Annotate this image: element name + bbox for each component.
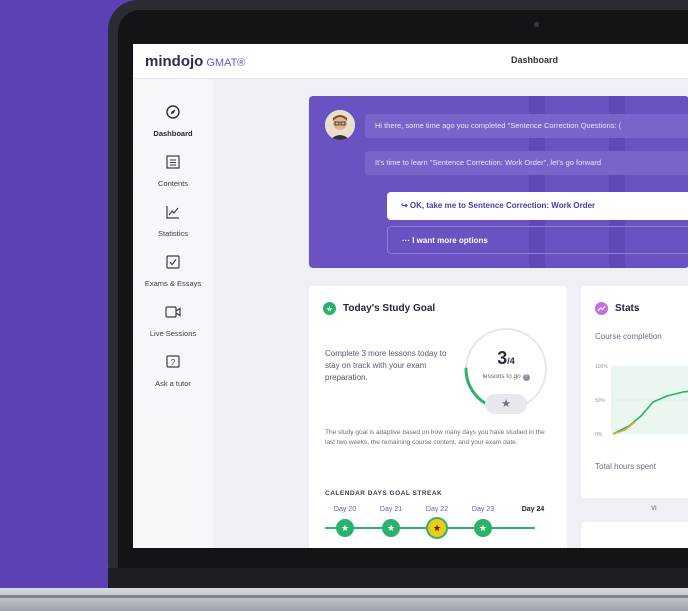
lessons-subtitle: lessons to go ?: [461, 373, 551, 381]
goal-description: Complete 3 more lessons today to stay on…: [325, 349, 447, 382]
streak-title: CALENDAR DAYS GOAL STREAK: [325, 490, 443, 497]
svg-text:?: ?: [171, 358, 176, 367]
streak-day-today: Day 24: [521, 506, 545, 513]
info-icon[interactable]: ?: [522, 374, 530, 381]
lessons-subtitle-text: lessons to go: [482, 373, 521, 380]
hours-label: Total hours spent: [595, 462, 656, 471]
logo-text: mindojo: [145, 53, 204, 70]
axis-label: 0%: [595, 432, 603, 438]
goal-star-badge: ★: [485, 394, 527, 414]
sidebar-item-label: Ask a tutor: [155, 379, 191, 388]
view-more-link[interactable]: VI: [651, 506, 657, 512]
stats-icon: [595, 302, 608, 315]
streak-day: Day 21: [379, 506, 403, 513]
lessons-total: /4: [507, 356, 515, 366]
completion-chart: [611, 366, 688, 435]
sidebar-item-label: Contents: [157, 179, 189, 188]
axis-label: 100%: [595, 364, 608, 370]
streak-day: Day 20: [333, 506, 357, 513]
sidebar-item-label: Live Sessions: [149, 329, 197, 338]
sidebar-item-label: Statistics: [157, 229, 188, 238]
streak-star-icon: ★: [382, 519, 400, 537]
checkbox-icon: [166, 255, 180, 269]
camera-icon: [534, 22, 539, 27]
sidebar-item-ask-tutor[interactable]: ? Ask a tutor: [133, 355, 213, 391]
streak-star-icon: ★: [336, 519, 354, 537]
streak-star-icon: ★: [428, 519, 446, 537]
study-goal-card: ★ Today's Study Goal Complete 3 more les…: [309, 286, 567, 548]
lessons-count: 3: [497, 348, 508, 368]
laptop-base: [0, 588, 688, 611]
logo[interactable]: mindojo GMAT®: [145, 53, 245, 70]
chat-message: It's time to learn "Sentence Correction:…: [365, 151, 688, 175]
list-icon: [166, 155, 180, 169]
video-icon: [165, 306, 181, 318]
streak-day: Day 23: [471, 506, 495, 513]
stats-card: Stats Course completion 100% 50% 0% Tota…: [581, 286, 688, 498]
product-name: GMAT®: [206, 57, 246, 69]
sidebar-item-dashboard[interactable]: Dashboard: [133, 105, 213, 141]
streak-day: Day 22: [425, 506, 449, 513]
sidebar-item-label: Exams & Essays: [144, 279, 202, 288]
sidebar-item-statistics[interactable]: Statistics: [133, 205, 213, 241]
study-goal-header: ★ Today's Study Goal: [323, 302, 435, 315]
svg-text:★: ★: [326, 305, 333, 314]
axis-label: 50%: [595, 398, 606, 404]
sidebar-item-label: Dashboard: [153, 129, 193, 138]
question-icon: ?: [166, 355, 180, 368]
more-options-button[interactable]: ··· I want more options: [387, 226, 688, 254]
chat-message: Hi there, some time ago you completed "S…: [365, 114, 688, 138]
stats-header: Stats: [595, 302, 639, 315]
next-card: [581, 522, 688, 548]
card-title: Stats: [615, 303, 640, 314]
sidebar-item-exams[interactable]: Exams & Essays: [133, 255, 213, 291]
sidebar-item-live-sessions[interactable]: Live Sessions: [133, 305, 213, 341]
laptop-chin: [108, 568, 688, 590]
laptop-base-edge: [0, 595, 688, 598]
tutor-avatar: [325, 110, 355, 140]
sidebar-item-contents[interactable]: Contents: [133, 155, 213, 191]
continue-lesson-button[interactable]: ↪ OK, take me to Sentence Correction: Wo…: [387, 192, 688, 220]
course-completion-label: Course completion: [595, 332, 662, 341]
goal-note: The study goal is adaptive based on how …: [325, 429, 545, 446]
chart-icon: [166, 206, 179, 219]
lessons-remaining: 3/4: [461, 348, 551, 369]
sidebar: Dashboard Contents Statistics Exams & Es…: [133, 79, 213, 548]
card-title: Today's Study Goal: [343, 303, 436, 314]
streak-star-icon: ★: [474, 519, 492, 537]
compass-icon: [166, 105, 180, 119]
page-title: Dashboard: [511, 55, 559, 65]
star-icon: ★: [323, 302, 336, 315]
chat-panel: Hi there, some time ago you completed "S…: [309, 96, 688, 268]
top-bar: mindojo GMAT® Dashboard: [133, 44, 688, 79]
app-screen: mindojo GMAT® Dashboard Dashboard Content…: [133, 44, 688, 548]
tutor-avatar-image: [325, 110, 355, 140]
star-icon: ★: [501, 398, 511, 410]
